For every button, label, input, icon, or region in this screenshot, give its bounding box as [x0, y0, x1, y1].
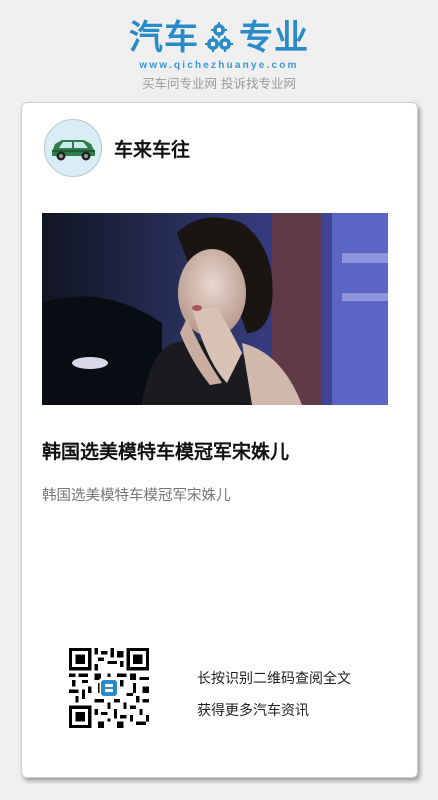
- author-avatar[interactable]: [44, 119, 102, 177]
- article-photo[interactable]: [42, 213, 388, 405]
- article-card[interactable]: 车来车往 韩国选美模特车模冠军宋姝儿 韩国选美模特车模冠军宋姝儿 长按识别二维码…: [21, 102, 418, 778]
- qr-instructions: 长按识别二维码查阅全文 获得更多汽车资讯: [197, 663, 351, 727]
- qr-line-2: 获得更多汽车资讯: [197, 703, 309, 719]
- author-name[interactable]: 车来车往: [114, 135, 190, 162]
- logo-text-left: 汽车: [129, 18, 199, 58]
- gears-icon: [205, 22, 233, 52]
- car-show-model-photo: [42, 213, 388, 405]
- qr-code[interactable]: [69, 648, 149, 728]
- article-description: 韩国选美模特车模冠军宋姝儿: [42, 488, 231, 504]
- site-logo: 汽车 专业 www.qichezhuanye.com 买车问专业网 投诉找专业网: [0, 18, 438, 92]
- logo-url: www.qichezhuanye.com: [139, 60, 299, 71]
- qr-code-icon: [69, 648, 149, 728]
- logo-slogan: 买车问专业网 投诉找专业网: [142, 76, 296, 91]
- author-header[interactable]: 车来车往: [44, 119, 190, 177]
- logo-text-right: 专业: [239, 18, 309, 58]
- qr-line-1: 长按识别二维码查阅全文: [197, 671, 351, 687]
- article-title[interactable]: 韩国选美模特车模冠军宋姝儿: [42, 437, 392, 464]
- green-car-icon: [52, 140, 95, 161]
